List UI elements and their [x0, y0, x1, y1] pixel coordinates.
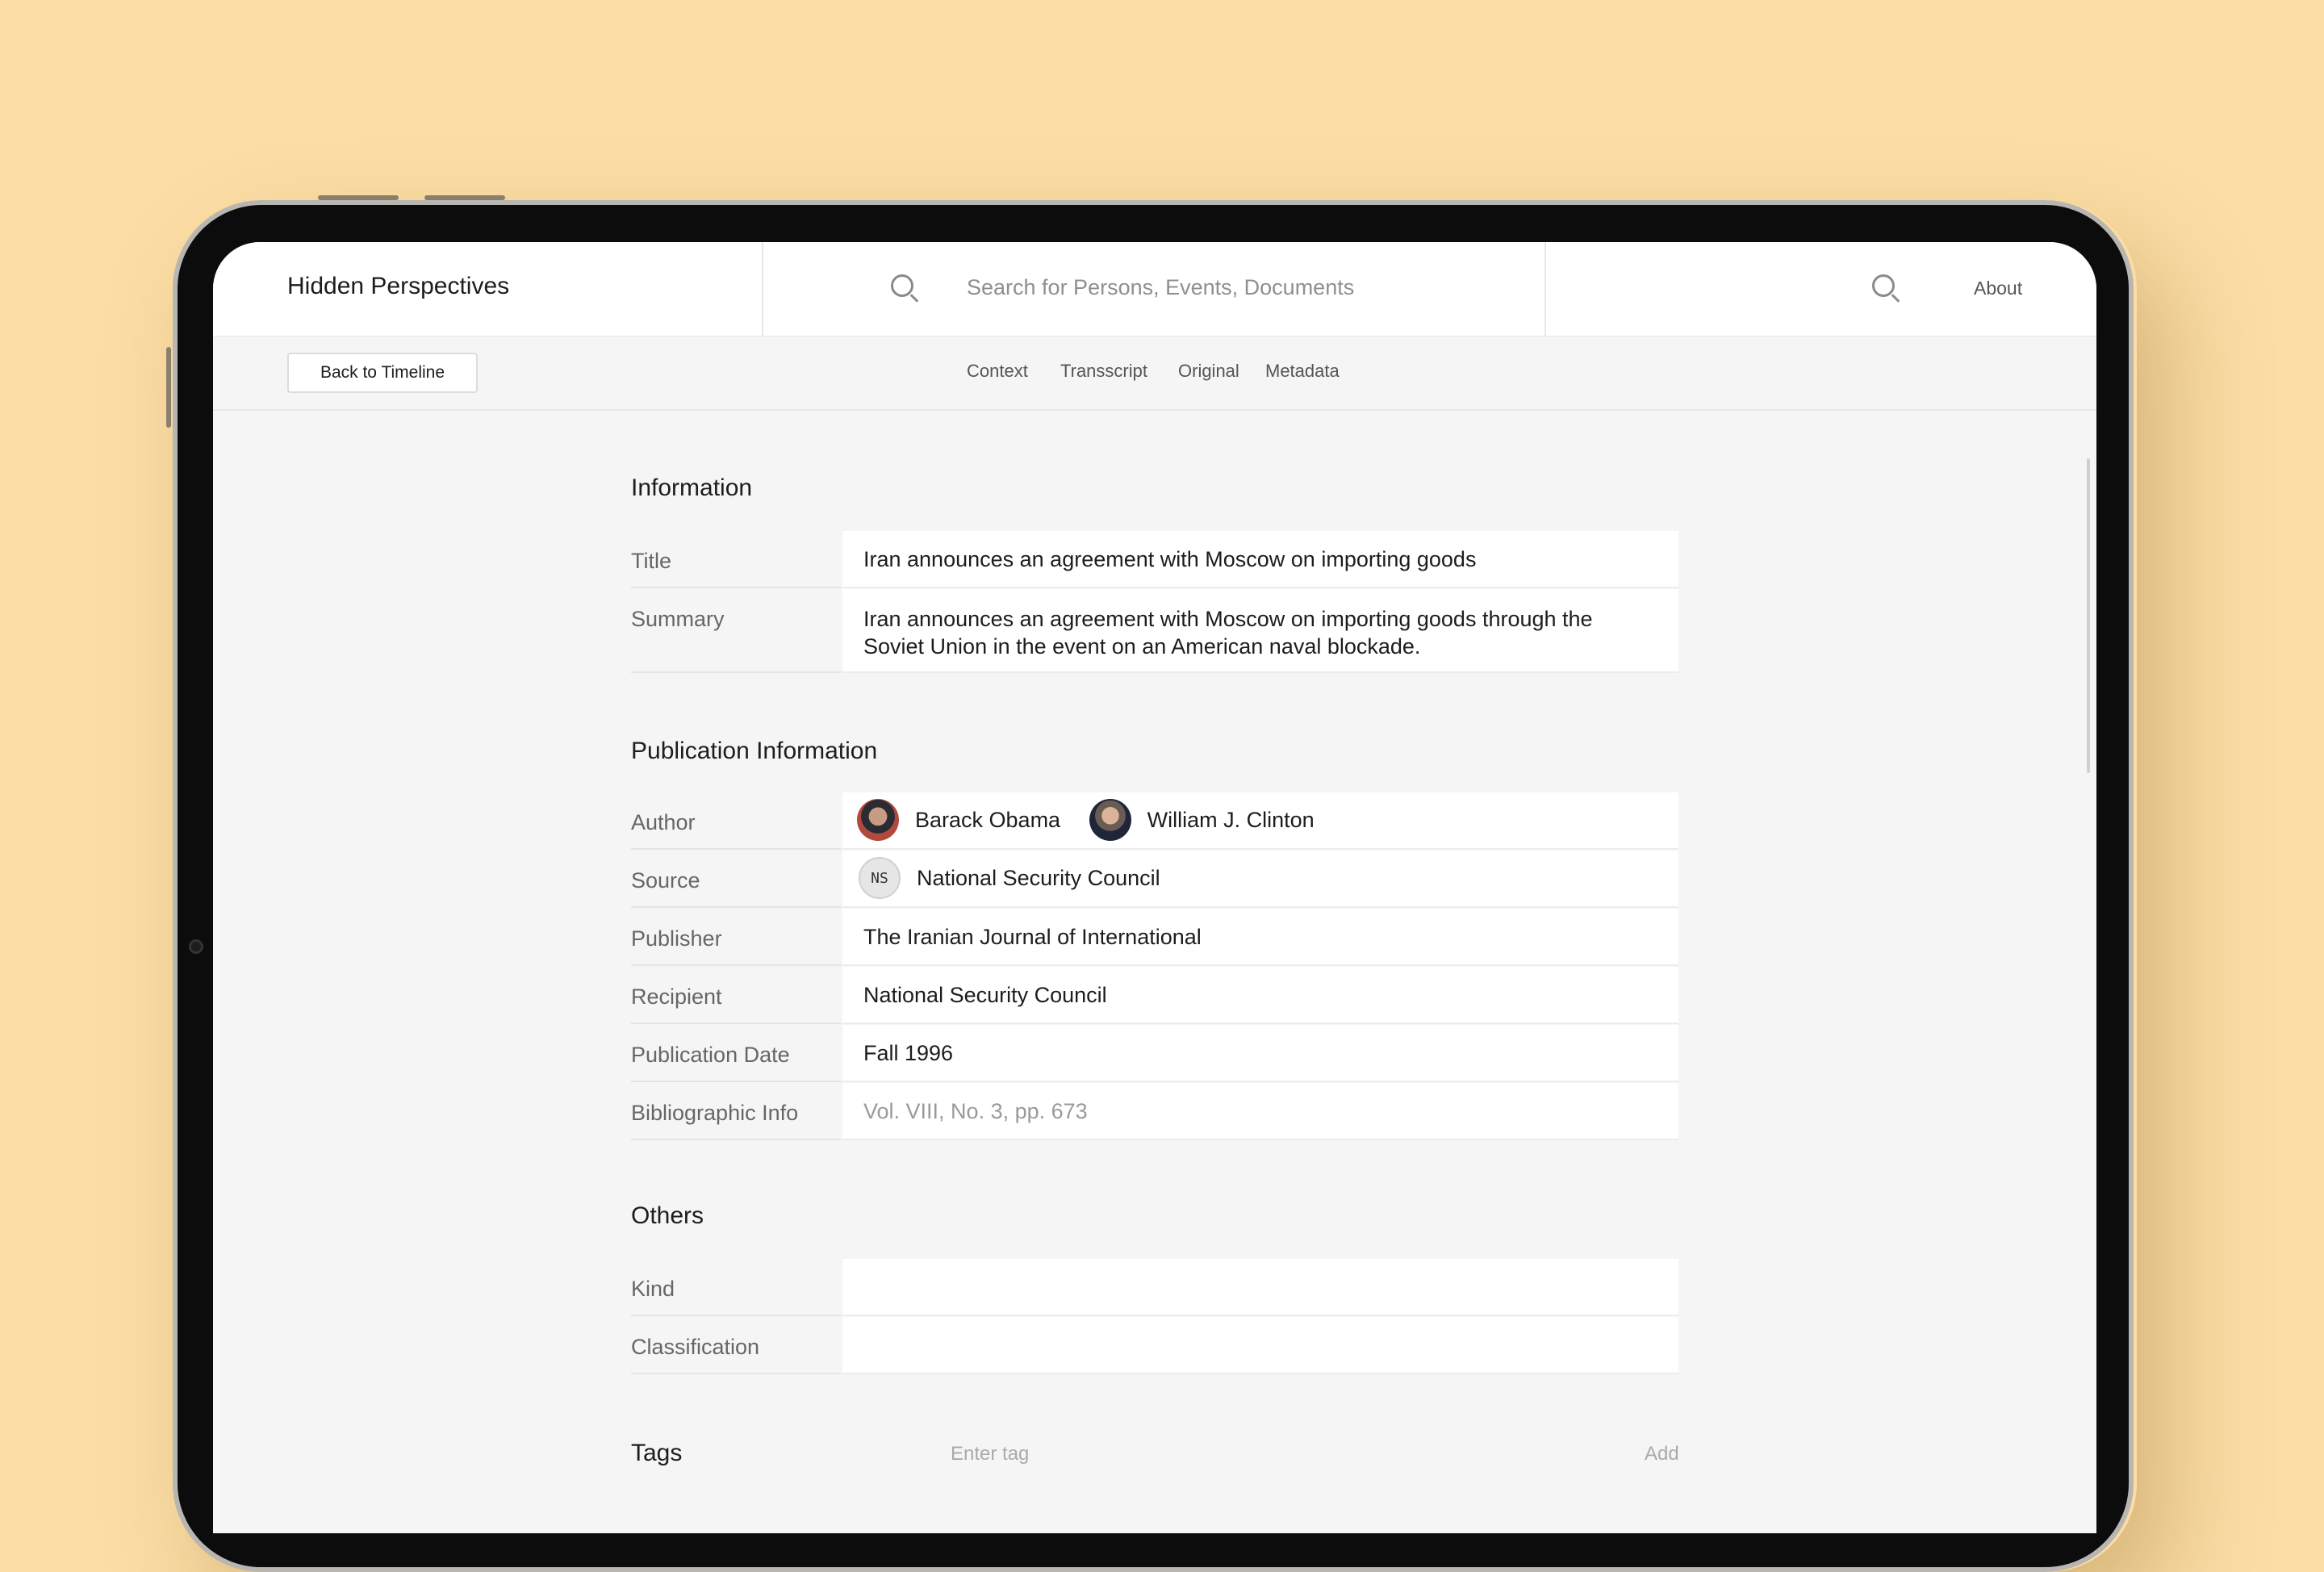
divider — [1544, 242, 1546, 336]
tab-transcript[interactable]: Transscript — [1060, 361, 1147, 382]
top-bar: Hidden Perspectives About — [213, 242, 2096, 337]
author-name: Barack Obama — [915, 807, 1061, 832]
author-name: William J. Clinton — [1147, 807, 1315, 832]
field-row-kind: Kind — [631, 1259, 1678, 1316]
field-row-bibliographic-info: Bibliographic Info Vol. VIII, No. 3, pp.… — [631, 1083, 1678, 1140]
add-tag-button[interactable]: Add — [1645, 1443, 1679, 1465]
app-title[interactable]: Hidden Perspectives — [287, 273, 509, 300]
bibliographic-info-field[interactable]: Vol. VIII, No. 3, pp. 673 — [842, 1083, 1678, 1140]
source-chip[interactable]: NS National Security Council — [859, 857, 1160, 899]
kind-field[interactable] — [842, 1259, 1678, 1316]
field-row-classification: Classification — [631, 1317, 1678, 1374]
field-label: Kind — [631, 1259, 841, 1316]
recipient-field[interactable]: National Security Council — [842, 967, 1678, 1024]
field-label: Publisher — [631, 909, 841, 966]
field-row-summary: Summary Iran announces an agreement with… — [631, 589, 1678, 673]
section-heading-information: Information — [631, 475, 753, 501]
field-row-publication-date: Publication Date Fall 1996 — [631, 1025, 1678, 1082]
scrollbar[interactable] — [2087, 458, 2090, 773]
tag-input[interactable]: Enter tag — [951, 1443, 1029, 1465]
publication-date-field[interactable]: Fall 1996 — [842, 1025, 1678, 1082]
tab-original[interactable]: Original — [1178, 361, 1239, 382]
section-heading-tags: Tags — [631, 1440, 683, 1466]
author-chip[interactable]: Barack Obama — [857, 799, 1060, 841]
about-link[interactable]: About — [1974, 278, 2022, 299]
field-label: Summary — [631, 589, 841, 673]
field-label: Recipient — [631, 967, 841, 1024]
field-label: Bibliographic Info — [631, 1083, 841, 1140]
source-name: National Security Council — [917, 865, 1160, 890]
field-label: Source — [631, 851, 841, 908]
field-label: Author — [631, 792, 841, 850]
power-button — [166, 347, 171, 428]
tab-metadata[interactable]: Metadata — [1265, 361, 1340, 382]
section-heading-publication: Publication Information — [631, 738, 878, 764]
app-screen: Hidden Perspectives About Back to Timeli… — [213, 242, 2096, 1533]
tab-context[interactable]: Context — [967, 361, 1028, 382]
field-row-recipient: Recipient National Security Council — [631, 967, 1678, 1024]
author-chip[interactable]: William J. Clinton — [1089, 799, 1315, 841]
summary-field[interactable]: Iran announces an agreement with Moscow … — [842, 589, 1678, 673]
source-avatar: NS — [859, 857, 901, 899]
field-label: Publication Date — [631, 1025, 841, 1082]
source-field[interactable]: NS National Security Council — [842, 851, 1678, 908]
title-field[interactable]: Iran announces an agreement with Moscow … — [842, 531, 1678, 588]
search-icon — [891, 274, 913, 297]
section-heading-others: Others — [631, 1202, 704, 1229]
publisher-field[interactable]: The Iranian Journal of International — [842, 909, 1678, 966]
document-subnav: Back to Timeline Context Transscript Ori… — [213, 337, 2096, 411]
author-field[interactable]: Barack Obama William J. Clinton — [842, 792, 1678, 850]
camera — [189, 939, 203, 954]
search-input[interactable] — [965, 266, 1372, 308]
back-to-timeline-button[interactable]: Back to Timeline — [287, 353, 478, 393]
divider — [762, 242, 763, 336]
avatar — [857, 799, 899, 841]
search-icon[interactable] — [1872, 274, 1895, 297]
field-row-source: Source NS National Security Council — [631, 851, 1678, 908]
classification-field[interactable] — [842, 1317, 1678, 1374]
field-label: Title — [631, 531, 841, 588]
field-label: Classification — [631, 1317, 841, 1374]
field-row-publisher: Publisher The Iranian Journal of Interna… — [631, 909, 1678, 966]
field-row-title: Title Iran announces an agreement with M… — [631, 531, 1678, 588]
avatar — [1089, 799, 1131, 841]
field-row-author: Author Barack Obama William J. Clinton — [631, 792, 1678, 850]
